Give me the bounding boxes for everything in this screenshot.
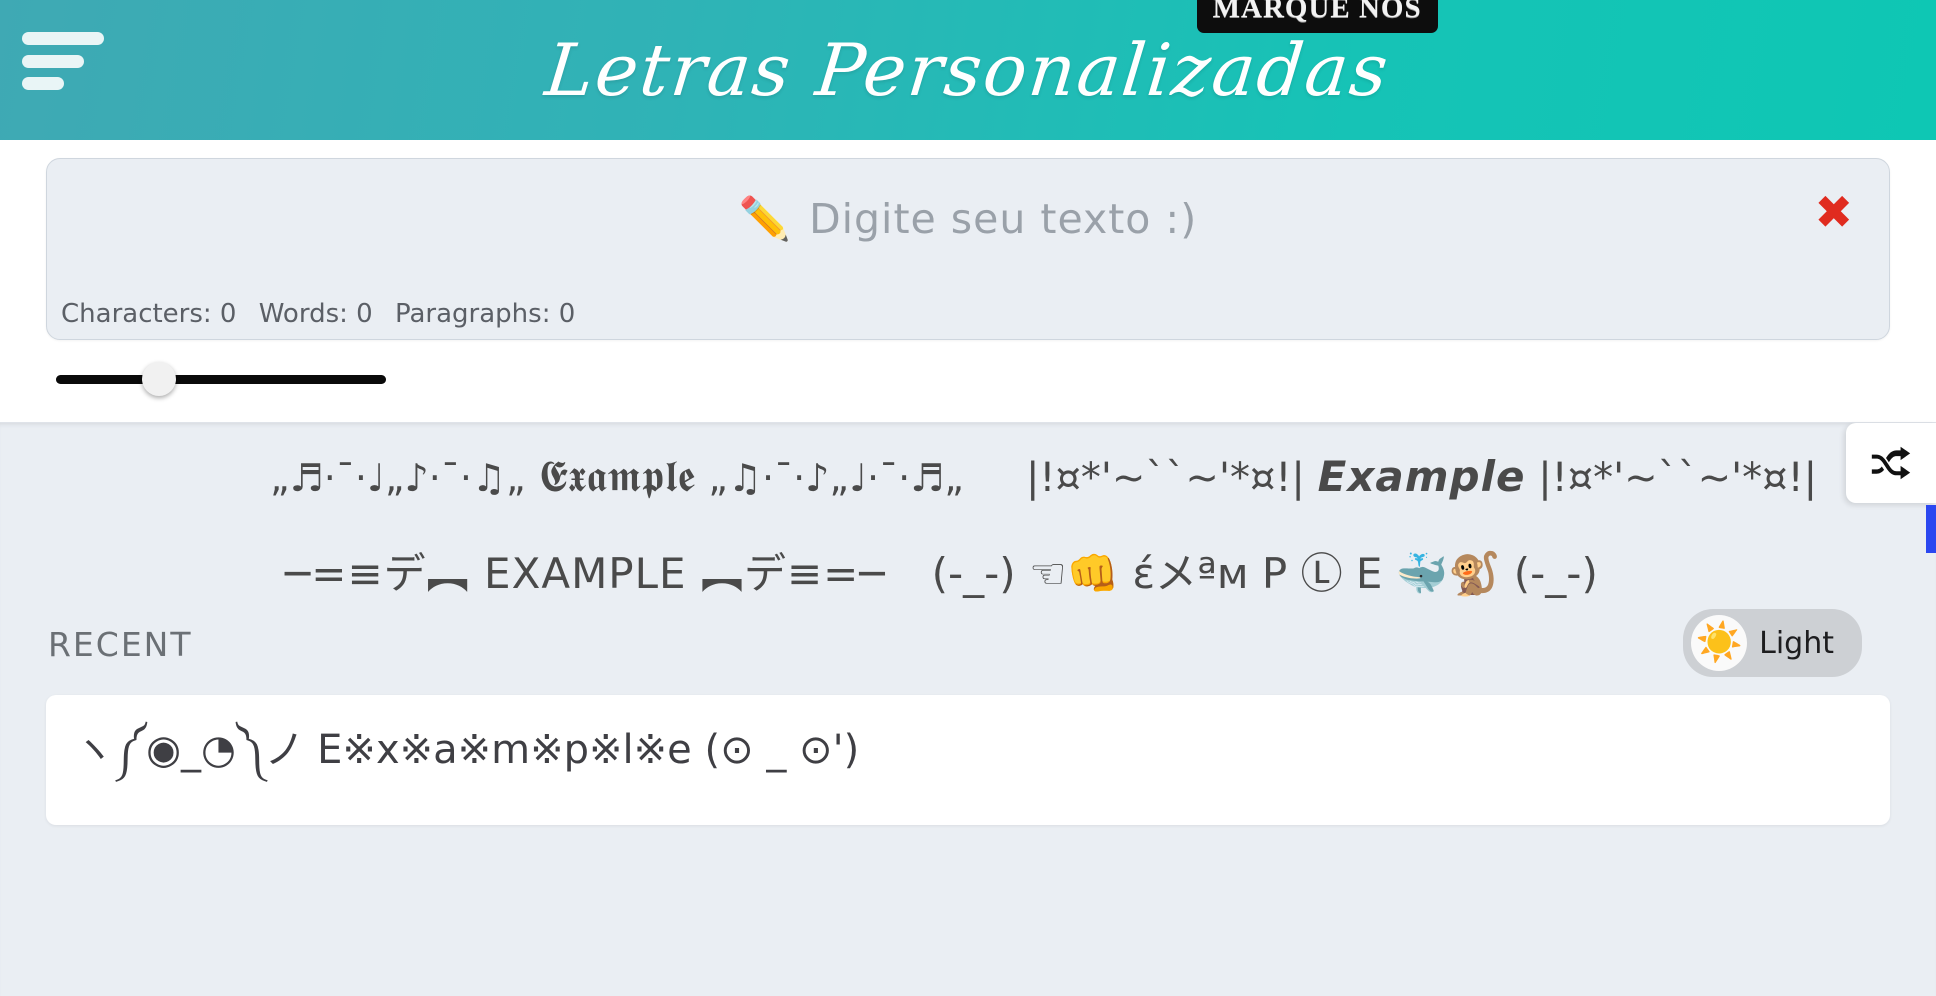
pencil-icon: ✏️ [738,195,792,242]
clear-text-button[interactable]: ✖ [1814,189,1853,235]
result-row: ─=≡デ︻ EXAMPLE ︻デ≡=─ (-_-) ☜👊 έメªм P Ⓛ E … [0,502,1936,601]
art-suffix: 🐳🐒 (-_-) [1395,549,1598,598]
art-prefix: |!¤*'~``~'*¤!| [1025,455,1305,501]
editor-zone: ✏️ Digite seu texto :) ✖ Characters: 0 W… [0,140,1936,340]
slider-zone [0,340,1936,422]
stat-paragraphs: Paragraphs: 0 [394,299,576,329]
text-input-placeholder: Digite seu texto :) [809,195,1198,243]
art-prefix: ─=≡デ︻ [285,549,470,598]
hamburger-bar-3 [22,77,64,90]
scroll-indicator[interactable] [1926,505,1936,553]
art-style-option[interactable]: (-_-) ☜👊 έメªм P Ⓛ E 🐳🐒 (-_-) [932,540,1598,601]
brand: Letras Personalizadas MARQUE NOS [542,0,1438,112]
art-word: Example [1317,452,1526,501]
theme-toggle-label: Light [1759,625,1834,661]
recent-item-text: ヽ༼◉_◔༽ノ E※x※a※m※p※l※e (⊙ _ ⊙') [74,726,860,773]
stat-characters: Characters: 0 [61,299,237,329]
art-word: έメªм P Ⓛ E [1132,549,1383,598]
font-size-slider[interactable] [56,362,386,396]
art-prefix: „♬·¯·♩„♪·¯·♫„ [270,456,526,500]
marque-badge[interactable]: MARQUE NOS [1196,0,1438,33]
art-style-option[interactable]: |!¤*'~``~'*¤!| Example |!¤*'~``~'*¤!| [1026,452,1817,501]
art-suffix: ︻デ≡=─ [700,549,886,598]
app-root: Letras Personalizadas MARQUE NOS ✏️ Digi… [0,0,1936,996]
text-stats: Characters: 0 Words: 0 Paragraphs: 0 [61,299,589,329]
art-suffix: |!¤*'~``~'*¤!| [1538,455,1818,501]
art-suffix: „♫·¯·♪„♩·¯·♬„ [708,456,964,500]
theme-toggle[interactable]: ☀️ Light [1683,609,1862,677]
stat-words: Words: 0 [258,299,373,329]
recent-list-item[interactable]: ヽ༼◉_◔༽ノ E※x※a※m※p※l※e (⊙ _ ⊙') [46,695,1890,825]
slider-track [56,375,386,384]
result-row: „♬·¯·♩„♪·¯·♫„ 𝕰𝖝𝖆𝖒𝖕𝖑𝖊 „♫·¯·♪„♩·¯·♬„ |!¤*… [0,423,1936,502]
hamburger-bar-2 [22,54,84,68]
app-header: Letras Personalizadas MARQUE NOS [0,0,1936,140]
text-input-box[interactable]: ✏️ Digite seu texto :) ✖ Characters: 0 W… [46,158,1890,340]
slider-thumb[interactable] [141,362,176,396]
art-style-option[interactable]: ─=≡デ︻ EXAMPLE ︻デ≡=─ [285,540,886,601]
results-area: „♬·¯·♩„♪·¯·♫„ 𝕰𝖝𝖆𝖒𝖕𝖑𝖊 „♫·¯·♪„♩·¯·♬„ |!¤*… [0,422,1936,996]
hamburger-menu-icon[interactable] [22,32,104,90]
shuffle-button[interactable] [1846,423,1936,503]
recent-section-title: RECENT [48,625,193,664]
shuffle-icon [1871,446,1911,480]
placeholder-row: ✏️ Digite seu texto :) [47,195,1889,243]
art-prefix: (-_-) ☜👊 [931,549,1119,598]
art-word: EXAMPLE [484,549,687,598]
art-word: 𝕰𝖝𝖆𝖒𝖕𝖑𝖊 [539,451,695,502]
app-title: Letras Personalizadas [541,28,1395,112]
sun-icon: ☀️ [1691,615,1748,671]
hamburger-bar-1 [22,32,104,45]
art-style-option[interactable]: „♬·¯·♩„♪·¯·♫„ 𝕰𝖝𝖆𝖒𝖕𝖑𝖊 „♫·¯·♪„♩·¯·♬„ [270,451,964,502]
